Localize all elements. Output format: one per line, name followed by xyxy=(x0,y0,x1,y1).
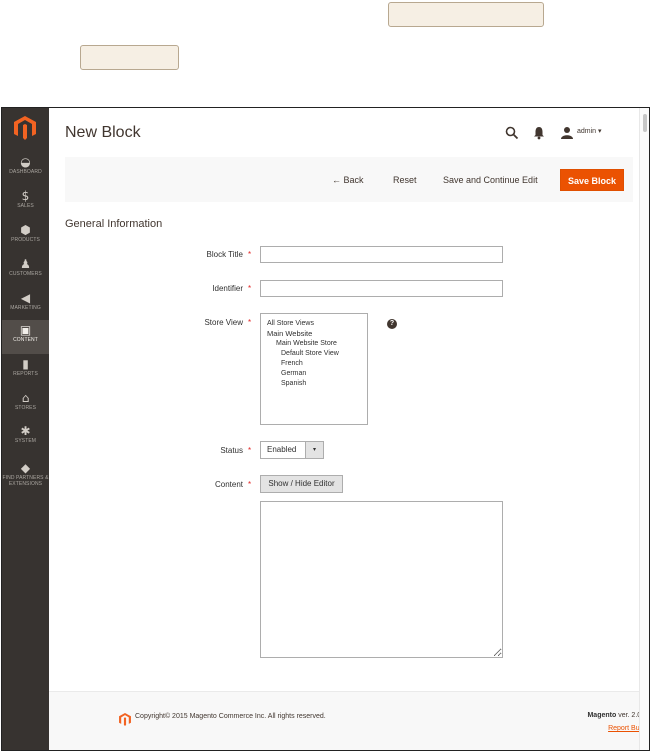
show-hide-editor-button[interactable]: Show / Hide Editor xyxy=(260,475,343,493)
bell-icon[interactable] xyxy=(533,126,545,140)
store-view-option[interactable]: Spanish xyxy=(267,379,367,389)
speedometer-icon: ◒ xyxy=(20,155,31,169)
sidebar-item-label: MARKETING xyxy=(10,305,41,311)
admin-screenshot: ◒ DASHBOARD $ SALES ⬢ PRODUCTS ♟ CUSTOMERS ◀ MARK… xyxy=(1,107,650,751)
status-select[interactable]: Enabled ▾ xyxy=(260,441,324,459)
section-title: General Information xyxy=(65,218,163,230)
page-title: New Block xyxy=(65,124,141,141)
block-title-label: Block Title xyxy=(206,250,243,259)
search-icon[interactable] xyxy=(505,126,519,140)
content-textarea[interactable] xyxy=(260,501,503,658)
required-marker: * xyxy=(248,446,252,455)
sidebar-item-stores[interactable]: ⌂ STORES xyxy=(2,388,49,422)
store-view-option[interactable]: German xyxy=(267,369,367,379)
sidebar-item-products[interactable]: ⬢ PRODUCTS xyxy=(2,220,49,254)
admin-username: admin xyxy=(577,128,597,135)
chevron-down-icon: ▾ xyxy=(598,128,602,135)
sidebar-item-label: PRODUCTS xyxy=(11,237,40,243)
copyright-text: Copyright© 2015 Magento Commerce Inc. Al… xyxy=(135,713,326,720)
sidebar-item-marketing[interactable]: ◀ MARKETING xyxy=(2,288,49,322)
sidebar-item-label: CUSTOMERS xyxy=(9,271,42,277)
sidebar-item-label: SYSTEM xyxy=(14,438,37,444)
sidebar-item-system[interactable]: ✱ SYSTEM xyxy=(2,421,49,455)
megaphone-icon: ◀ xyxy=(20,291,31,305)
store-view-label: Store View xyxy=(204,318,243,327)
identifier-input[interactable] xyxy=(260,280,503,297)
required-marker: * xyxy=(248,480,252,489)
scrollbar[interactable] xyxy=(639,108,649,750)
store-view-option[interactable]: Main Website Store xyxy=(267,339,367,349)
status-label: Status xyxy=(220,446,243,455)
content-label: Content xyxy=(214,480,243,489)
storefront-icon: ⌂ xyxy=(21,391,30,405)
scrollbar-thumb[interactable] xyxy=(643,114,647,132)
store-view-option[interactable]: Default Store View xyxy=(267,349,367,359)
magento-logo-icon[interactable] xyxy=(14,116,36,140)
sidebar-item-label: REPORTS xyxy=(13,371,38,377)
reset-button[interactable]: Reset xyxy=(393,169,417,191)
store-view-multiselect[interactable]: All Store Views Main Website Main Website … xyxy=(260,313,368,425)
status-select-value: Enabled xyxy=(267,445,297,454)
sidebar-item-dashboard[interactable]: ◒ DASHBOARD xyxy=(2,152,49,186)
back-button[interactable]: ← Back xyxy=(332,169,364,191)
sidebar-item-label: DASHBOARD xyxy=(9,169,42,175)
dollar-icon: $ xyxy=(21,189,30,203)
gear-icon: ✱ xyxy=(20,424,31,438)
admin-user-menu[interactable]: admin ▾ xyxy=(577,127,602,135)
store-view-option[interactable]: All Store Views xyxy=(267,319,367,329)
sidebar-item-label: CONTENT xyxy=(13,337,38,343)
save-block-button[interactable]: Save Block xyxy=(560,169,624,191)
store-view-option[interactable]: Main Website xyxy=(267,329,367,339)
main-content: New Block admin ▾ ← Back Reset Save and xyxy=(49,108,647,750)
help-icon[interactable]: ? xyxy=(387,319,397,329)
store-view-option[interactable]: French xyxy=(267,359,367,369)
save-and-continue-button[interactable]: Save and Continue Edit xyxy=(443,169,538,191)
box-icon: ◆ xyxy=(20,461,31,475)
sidebar-item-label: SALES xyxy=(17,203,34,209)
person-icon: ♟ xyxy=(20,257,31,271)
user-icon[interactable] xyxy=(561,126,573,140)
callout-box-save-continue xyxy=(388,2,544,27)
callout-box-secondary xyxy=(80,45,179,70)
layout-icon: ▣ xyxy=(19,323,32,337)
sidebar-item-label: STORES xyxy=(14,405,37,411)
sidebar-item-sales[interactable]: $ SALES xyxy=(2,186,49,220)
sidebar-item-customers[interactable]: ♟ CUSTOMERS xyxy=(2,254,49,288)
page-actions-bar: ← Back Reset Save and Continue Edit Save… xyxy=(65,157,633,202)
sidebar-item-reports[interactable]: ▮ REPORTS xyxy=(2,354,49,388)
required-marker: * xyxy=(248,318,252,327)
version-brand: Magento xyxy=(587,712,617,719)
block-title-input[interactable] xyxy=(260,246,503,263)
identifier-label: Identifier xyxy=(212,284,243,293)
required-marker: * xyxy=(248,250,252,259)
bar-chart-icon: ▮ xyxy=(22,357,29,371)
sidebar-item-label: FIND PARTNERS & EXTENSIONS xyxy=(2,475,49,487)
chevron-down-icon: ▾ xyxy=(305,442,323,458)
required-marker: * xyxy=(248,284,252,293)
magento-logo-icon xyxy=(119,713,131,726)
cube-icon: ⬢ xyxy=(20,223,31,237)
sidebar-item-find-partners-extensions[interactable]: ◆ FIND PARTNERS & EXTENSIONS xyxy=(2,458,49,492)
page-footer: Copyright© 2015 Magento Commerce Inc. Al… xyxy=(49,691,647,750)
admin-sidebar: ◒ DASHBOARD $ SALES ⬢ PRODUCTS ♟ CUSTOMERS ◀ MARK… xyxy=(2,108,49,750)
sidebar-item-content[interactable]: ▣ CONTENT xyxy=(2,320,49,354)
